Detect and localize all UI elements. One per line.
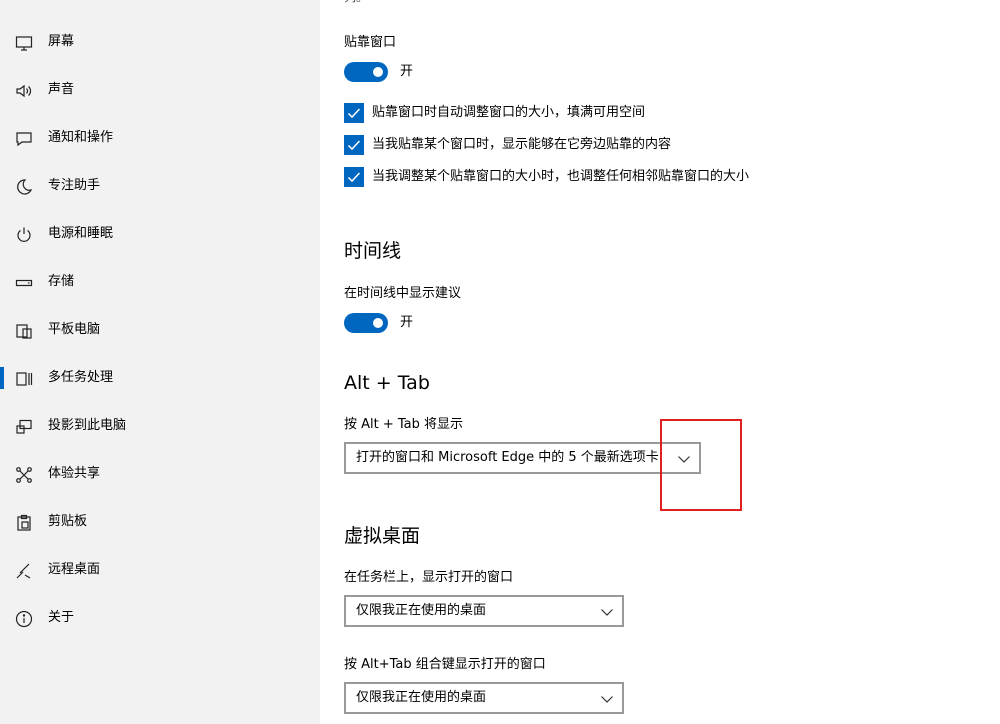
cut-off-text: 列。 <box>344 0 368 5</box>
sidebar-item-notifications[interactable]: 通知和操作 <box>0 118 320 158</box>
dropdown-value: 仅限我正在使用的桌面 <box>356 690 487 705</box>
sidebar: 屏幕 声音 通知和操作 专注助手 电源和睡眠 存储 平板电脑 多任务处理 投影到… <box>0 0 320 724</box>
snap-windows-toggle[interactable] <box>344 62 388 82</box>
sidebar-item-label: 关于 <box>48 610 75 625</box>
sidebar-item-remote-desktop[interactable]: 远程桌面 <box>0 550 320 590</box>
sidebar-item-project-to-pc[interactable]: 投影到此电脑 <box>0 406 320 446</box>
notification-icon <box>15 130 33 148</box>
sidebar-item-focus-assist[interactable]: 专注助手 <box>0 166 320 206</box>
storage-icon <box>15 274 33 292</box>
snap-resize-adjacent-checkbox[interactable] <box>344 167 364 187</box>
chevron-down-icon <box>600 692 614 706</box>
snap-option-auto-fill: 贴靠窗口时自动调整窗口的大小，填满可用空间 <box>344 103 944 123</box>
monitor-icon <box>15 34 33 52</box>
sidebar-item-label: 声音 <box>48 82 75 97</box>
sidebar-item-label: 平板电脑 <box>48 322 101 337</box>
settings-content: 列。 贴靠窗口 开 贴靠窗口时自动调整窗口的大小，填满可用空间 当我贴靠某个窗口… <box>320 0 1000 724</box>
taskbar-windows-label: 在任务栏上，显示打开的窗口 <box>344 570 514 585</box>
snap-show-next-checkbox[interactable] <box>344 135 364 155</box>
share-icon <box>15 466 33 484</box>
moon-icon <box>15 178 33 196</box>
timeline-suggestions-label: 在时间线中显示建议 <box>344 286 462 301</box>
alt-tab-label: 按 Alt + Tab 将显示 <box>344 417 464 432</box>
sidebar-item-storage[interactable]: 存储 <box>0 262 320 302</box>
checkmark-icon <box>347 172 361 183</box>
projector-icon <box>15 418 33 436</box>
sidebar-item-tablet[interactable]: 平板电脑 <box>0 310 320 350</box>
sidebar-item-about[interactable]: 关于 <box>0 598 320 638</box>
checkmark-icon <box>347 140 361 151</box>
sidebar-item-label: 剪贴板 <box>48 514 88 529</box>
sidebar-item-label: 通知和操作 <box>48 130 114 145</box>
alt-tab-desktops-label: 按 Alt+Tab 组合键显示打开的窗口 <box>344 657 546 672</box>
chevron-down-icon <box>677 452 691 466</box>
toggle-knob <box>373 318 383 328</box>
sidebar-item-sound[interactable]: 声音 <box>0 70 320 110</box>
sidebar-item-label: 存储 <box>48 274 75 289</box>
chevron-down-icon <box>600 605 614 619</box>
tablet-icon <box>15 322 33 340</box>
multitasking-icon <box>15 370 33 388</box>
alt-tab-dropdown[interactable]: 打开的窗口和 Microsoft Edge 中的 5 个最新选项卡 <box>344 442 701 474</box>
sidebar-item-multitasking[interactable]: 多任务处理 <box>0 358 320 398</box>
info-icon <box>15 610 33 628</box>
taskbar-windows-dropdown[interactable]: 仅限我正在使用的桌面 <box>344 595 624 627</box>
sidebar-item-label: 投影到此电脑 <box>48 418 127 433</box>
sidebar-item-display[interactable]: 屏幕 <box>0 22 320 62</box>
sidebar-item-label: 屏幕 <box>48 34 75 49</box>
dropdown-value: 仅限我正在使用的桌面 <box>356 603 487 618</box>
clipboard-icon <box>15 514 33 532</box>
toggle-knob <box>373 67 383 77</box>
virtual-desktops-heading: 虚拟桌面 <box>344 525 421 547</box>
sidebar-item-label: 远程桌面 <box>48 562 101 577</box>
active-indicator <box>0 367 4 389</box>
timeline-toggle-state: 开 <box>400 315 414 330</box>
sidebar-item-label: 专注助手 <box>48 178 101 193</box>
timeline-suggestions-toggle[interactable] <box>344 313 388 333</box>
speaker-icon <box>15 82 33 100</box>
dropdown-value: 打开的窗口和 Microsoft Edge 中的 5 个最新选项卡 <box>356 450 659 465</box>
sidebar-item-clipboard[interactable]: 剪贴板 <box>0 502 320 542</box>
checkbox-label: 当我调整某个贴靠窗口的大小时，也调整任何相邻贴靠窗口的大小 <box>372 169 750 184</box>
checkbox-label: 贴靠窗口时自动调整窗口的大小，填满可用空间 <box>372 105 646 120</box>
snap-auto-fill-checkbox[interactable] <box>344 103 364 123</box>
checkbox-label: 当我贴靠某个窗口时，显示能够在它旁边贴靠的内容 <box>372 137 672 152</box>
alt-tab-desktops-dropdown[interactable]: 仅限我正在使用的桌面 <box>344 682 624 714</box>
sidebar-item-label: 体验共享 <box>48 466 101 481</box>
snap-option-resize-adjacent: 当我调整某个贴靠窗口的大小时，也调整任何相邻贴靠窗口的大小 <box>344 167 944 187</box>
alt-tab-heading: Alt + Tab <box>344 372 430 394</box>
checkmark-icon <box>347 108 361 119</box>
snap-windows-toggle-state: 开 <box>400 64 414 79</box>
snap-windows-label: 贴靠窗口 <box>344 35 397 50</box>
sidebar-item-label: 多任务处理 <box>48 370 114 385</box>
remote-desktop-icon <box>15 562 33 580</box>
sidebar-item-label: 电源和睡眠 <box>48 226 114 241</box>
sidebar-item-power-sleep[interactable]: 电源和睡眠 <box>0 214 320 254</box>
timeline-heading: 时间线 <box>344 240 402 262</box>
snap-option-show-next: 当我贴靠某个窗口时，显示能够在它旁边贴靠的内容 <box>344 135 944 155</box>
power-icon <box>15 226 33 244</box>
sidebar-item-shared-experiences[interactable]: 体验共享 <box>0 454 320 494</box>
